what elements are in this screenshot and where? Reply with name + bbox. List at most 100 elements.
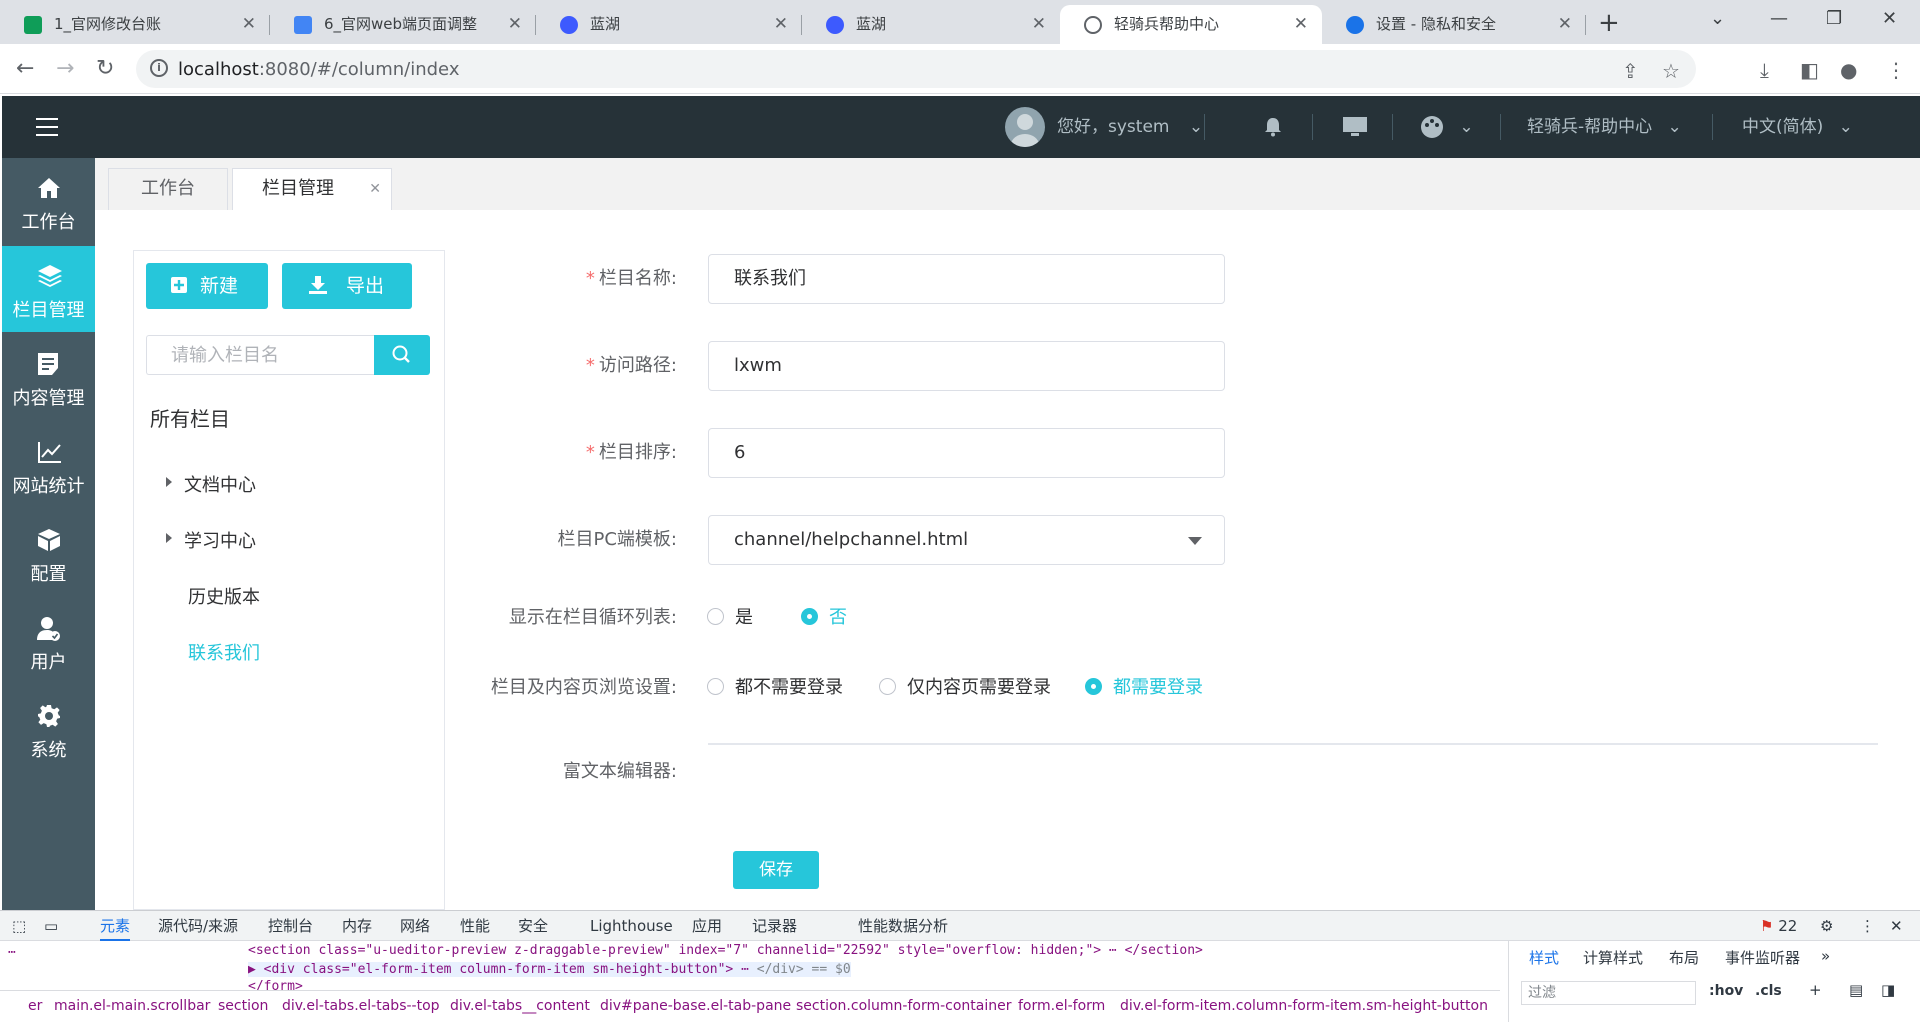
tab-memory[interactable]: 内存	[342, 911, 372, 941]
new-tab-button[interactable]: +	[1598, 8, 1620, 38]
caret-right-icon[interactable]	[166, 533, 172, 543]
tab-elements[interactable]: 元素	[100, 911, 131, 941]
close-icon[interactable]: ✕	[508, 5, 522, 44]
share-icon[interactable]: ⇪	[1622, 59, 1639, 83]
crumb[interactable]: div.el-tabs__content	[450, 998, 590, 1014]
crumb[interactable]: div.el-tabs.el-tabs--top	[282, 998, 440, 1014]
close-icon[interactable]: ✕	[369, 169, 381, 209]
new-button[interactable]: 新建	[146, 263, 268, 309]
caret-right-icon[interactable]	[166, 477, 172, 487]
info-icon[interactable]: i	[150, 59, 168, 77]
tree-node[interactable]: 历史版本	[188, 583, 260, 609]
tab-event-listeners[interactable]: 事件监听器	[1725, 947, 1800, 968]
tab-lighthouse[interactable]: Lighthouse	[590, 911, 673, 941]
sort-field[interactable]: 6	[708, 428, 1225, 478]
inspect-icon[interactable]: ⬚	[12, 911, 26, 941]
download-icon[interactable]: ⤓	[1760, 58, 1769, 82]
tab-columns[interactable]: 栏目管理 ✕	[232, 168, 392, 210]
tab-search-icon[interactable]: ⌄	[1710, 8, 1725, 29]
star-icon[interactable]: ☆	[1662, 59, 1680, 83]
rich-text-editor[interactable]	[708, 743, 1878, 745]
crumb[interactable]: section.column-form-container	[796, 998, 1012, 1014]
crumb[interactable]: main.el-main.scrollbar	[54, 998, 210, 1014]
theme-menu[interactable]: ⌄	[1420, 96, 1474, 158]
loop-radio-no[interactable]: 否	[801, 603, 847, 629]
filter-input[interactable]: 过滤	[1521, 981, 1696, 1005]
tab-layout[interactable]: 布局	[1669, 947, 1699, 968]
bell-icon[interactable]	[1264, 96, 1282, 158]
tab-performance[interactable]: 性能	[460, 911, 490, 941]
dom-line-selected[interactable]: ▶ <div class="el-form-item column-form-i…	[248, 962, 851, 977]
menu-toggle-icon[interactable]	[36, 118, 58, 136]
sidebar-toggle-icon[interactable]: ◨	[1881, 981, 1895, 999]
name-field[interactable]: 联系我们	[708, 254, 1225, 304]
sidebar-item-statistics[interactable]: 网站统计	[2, 422, 95, 508]
more-icon[interactable]: ⋮	[1860, 911, 1875, 941]
tree-node[interactable]: 文档中心	[166, 471, 256, 497]
crumb[interactable]: section	[218, 998, 268, 1014]
path-field[interactable]: lxwm	[708, 341, 1225, 391]
browser-tab[interactable]: 设置 - 隐私和安全 ✕	[1322, 5, 1586, 44]
close-icon[interactable]: ✕	[1032, 5, 1046, 44]
browser-tab[interactable]: 6_官网web端页面调整 ✕	[270, 5, 536, 44]
cls-toggle[interactable]: .cls	[1755, 983, 1782, 999]
add-icon[interactable]: +	[1809, 981, 1822, 999]
tab-recorder[interactable]: 记录器	[752, 911, 797, 941]
close-window-icon[interactable]: ✕	[1882, 8, 1897, 29]
device-icon[interactable]: ▭	[44, 911, 58, 941]
close-icon[interactable]: ✕	[1890, 911, 1903, 941]
close-icon[interactable]: ✕	[1294, 5, 1308, 44]
chevron-right-icon[interactable]: »	[1821, 947, 1830, 965]
issues-badge[interactable]: ⚑ 22	[1760, 911, 1797, 941]
sidebar-item-workbench[interactable]: 工作台	[2, 158, 95, 244]
sidepanel-icon[interactable]: ◧	[1800, 58, 1819, 82]
tab-performance-insights[interactable]: 性能数据分析	[858, 911, 948, 941]
monitor-icon[interactable]	[1342, 96, 1368, 158]
tab-styles[interactable]: 样式	[1529, 947, 1559, 968]
close-icon[interactable]: ✕	[1558, 5, 1572, 44]
sidebar-item-system[interactable]: 系统	[2, 686, 95, 772]
restore-icon[interactable]: ❐	[1826, 8, 1842, 29]
settings-icon[interactable]: ⚙	[1820, 911, 1833, 941]
hov-toggle[interactable]: :hov	[1709, 983, 1743, 999]
tab-console[interactable]: 控制台	[268, 911, 313, 941]
browser-tab[interactable]: 1_官网修改台账 ✕	[0, 5, 270, 44]
save-button[interactable]: 保存	[733, 851, 819, 889]
sidebar-item-columns[interactable]: 栏目管理	[2, 246, 95, 332]
more-icon[interactable]: ⋮	[1886, 58, 1906, 82]
profile-icon[interactable]: ●	[1840, 58, 1857, 82]
language-menu[interactable]: 中文(简体) ⌄	[1742, 96, 1853, 158]
tab-application[interactable]: 应用	[692, 911, 722, 941]
back-icon[interactable]: ←	[16, 56, 34, 81]
close-icon[interactable]: ✕	[774, 5, 788, 44]
sidebar-item-users[interactable]: 用户	[2, 598, 95, 684]
browse-radio-none[interactable]: 都不需要登录	[707, 673, 843, 699]
tree-node-selected[interactable]: 联系我们	[188, 639, 260, 665]
browser-tab[interactable]: 蓝湖 ✕	[802, 5, 1060, 44]
template-select[interactable]: channel/helpchannel.html	[708, 515, 1225, 565]
loop-radio-yes[interactable]: 是	[707, 603, 753, 629]
address-bar[interactable]: i localhost:8080/#/column/index ☆ ⇪	[136, 50, 1696, 88]
sidebar-item-content[interactable]: 内容管理	[2, 334, 95, 420]
avatar[interactable]	[1005, 107, 1045, 147]
dom-line[interactable]: ⋯	[8, 945, 16, 960]
browse-radio-all[interactable]: 都需要登录	[1085, 673, 1203, 699]
dom-line[interactable]: <section class="u-ueditor-preview z-drag…	[248, 943, 1203, 958]
crumb[interactable]: form.el-form	[1018, 998, 1105, 1014]
tab-computed[interactable]: 计算样式	[1583, 947, 1643, 968]
tab-security[interactable]: 安全	[518, 911, 548, 941]
user-menu[interactable]: 您好，system ⌄	[1057, 96, 1203, 158]
paint-icon[interactable]: ▤	[1849, 981, 1863, 999]
crumb[interactable]: div.el-form-item.column-form-item.sm-hei…	[1120, 998, 1488, 1014]
forward-icon[interactable]: →	[56, 56, 74, 81]
tab-workbench[interactable]: 工作台	[108, 168, 228, 210]
reload-icon[interactable]: ↻	[96, 56, 114, 81]
tab-network[interactable]: 网络	[400, 911, 430, 941]
browser-tab[interactable]: 蓝湖 ✕	[536, 5, 802, 44]
tree-root[interactable]: 所有栏目	[150, 403, 230, 432]
close-icon[interactable]: ✕	[242, 5, 256, 44]
tree-node[interactable]: 学习中心	[166, 527, 256, 553]
browse-radio-content[interactable]: 仅内容页需要登录	[879, 673, 1051, 699]
crumb[interactable]: div#pane-base.el-tab-pane	[600, 998, 791, 1014]
crumb[interactable]: er	[28, 998, 42, 1014]
